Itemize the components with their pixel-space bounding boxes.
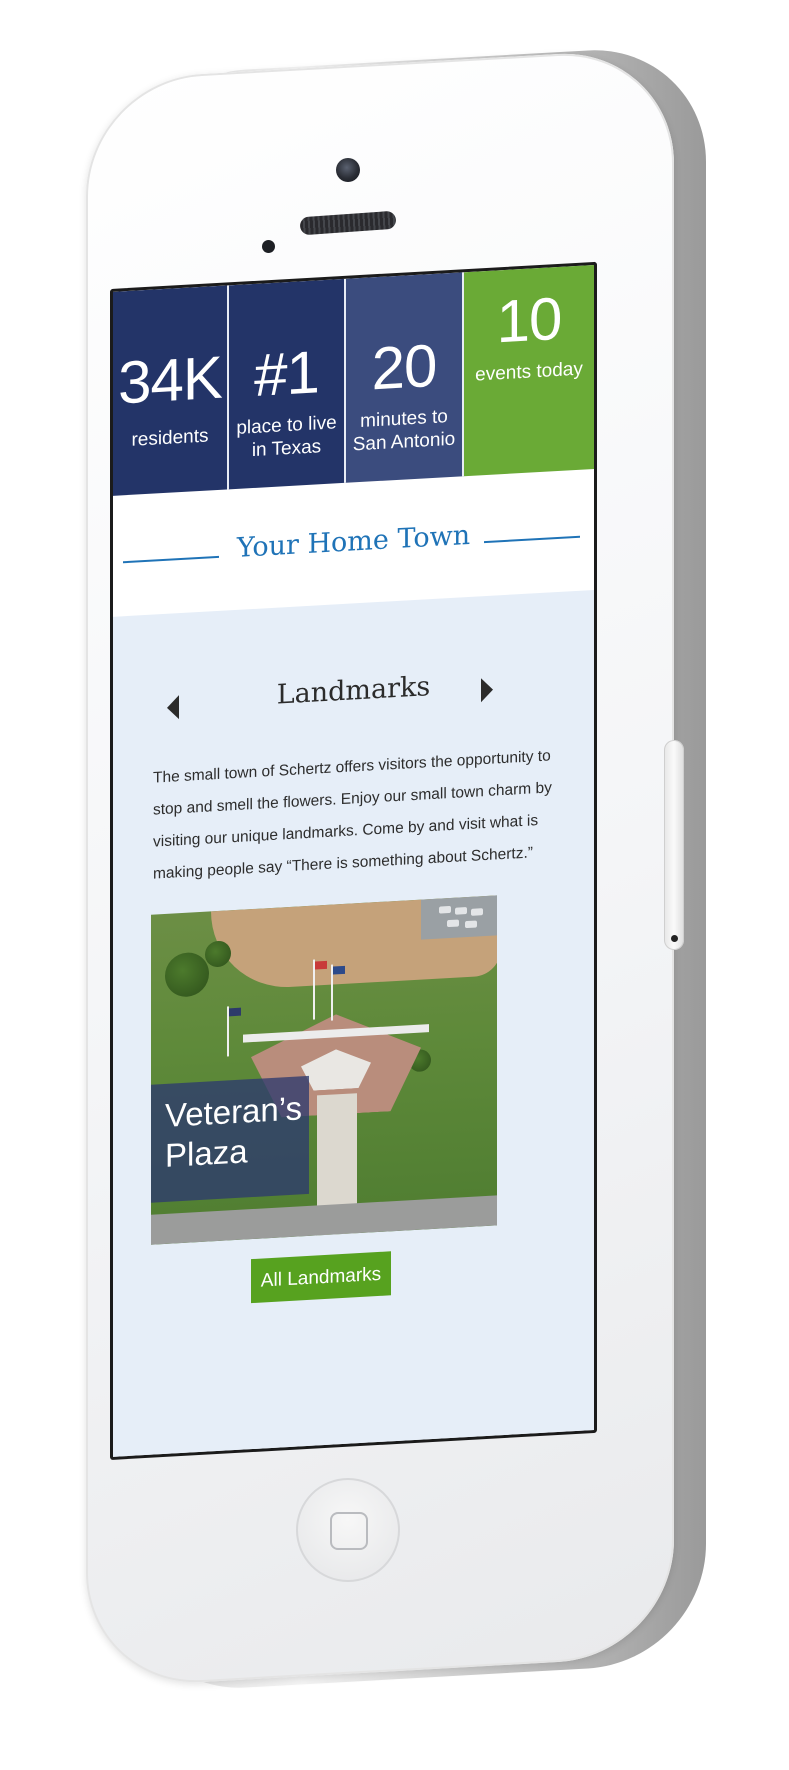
stat-events[interactable]: 10 events today — [464, 264, 594, 477]
stat-label: minutes to San Antonio — [352, 406, 456, 456]
stat-value: 10 — [496, 284, 562, 356]
home-button-icon — [330, 1512, 368, 1550]
stat-value: 34K — [118, 343, 222, 417]
photo-parking-lot — [421, 895, 497, 940]
stat-label: residents — [131, 425, 209, 451]
section-title: Your Home Town — [236, 519, 471, 564]
phone-screen: 34K residents #1 place to live in Texas … — [110, 261, 597, 1460]
stat-label: events today — [475, 358, 583, 386]
screen-wrap: 34K residents #1 place to live in Texas … — [110, 235, 597, 1460]
proximity-sensor — [262, 240, 275, 253]
side-switch — [664, 740, 684, 950]
photo-caption: Veteran’s Plaza — [151, 1075, 309, 1203]
stats-bar: 34K residents #1 place to live in Texas … — [113, 264, 594, 496]
landmarks-panel: Landmarks The small town of Schertz offe… — [113, 589, 594, 1460]
photo-flag — [333, 965, 345, 975]
photo-car — [439, 905, 451, 914]
stat-value: #1 — [254, 338, 319, 409]
home-town-heading: Your Home Town — [113, 475, 594, 612]
photo-car — [447, 919, 459, 928]
chevron-right-icon[interactable] — [481, 677, 493, 703]
photo-tree — [205, 940, 231, 968]
photo-car — [471, 908, 483, 916]
stat-minutes: 20 minutes to San Antonio — [346, 272, 464, 483]
photo-car — [465, 920, 477, 929]
front-camera — [336, 158, 360, 182]
stat-residents: 34K residents — [113, 285, 229, 496]
photo-flag — [315, 960, 327, 970]
side-switch-dot — [671, 935, 678, 942]
stat-rank: #1 place to live in Texas — [229, 278, 346, 490]
landmarks-description: The small town of Schertz offers visitor… — [153, 746, 552, 883]
all-landmarks-button[interactable]: All Landmarks — [251, 1251, 391, 1304]
landmarks-title: Landmarks — [276, 671, 431, 711]
landmark-photo[interactable]: Veteran’s Plaza — [151, 895, 497, 1245]
photo-flag — [229, 1007, 241, 1017]
photo-car — [455, 907, 467, 915]
photo-tree — [165, 951, 209, 998]
stat-label: place to live in Texas — [236, 412, 337, 462]
stat-value: 20 — [371, 331, 437, 403]
